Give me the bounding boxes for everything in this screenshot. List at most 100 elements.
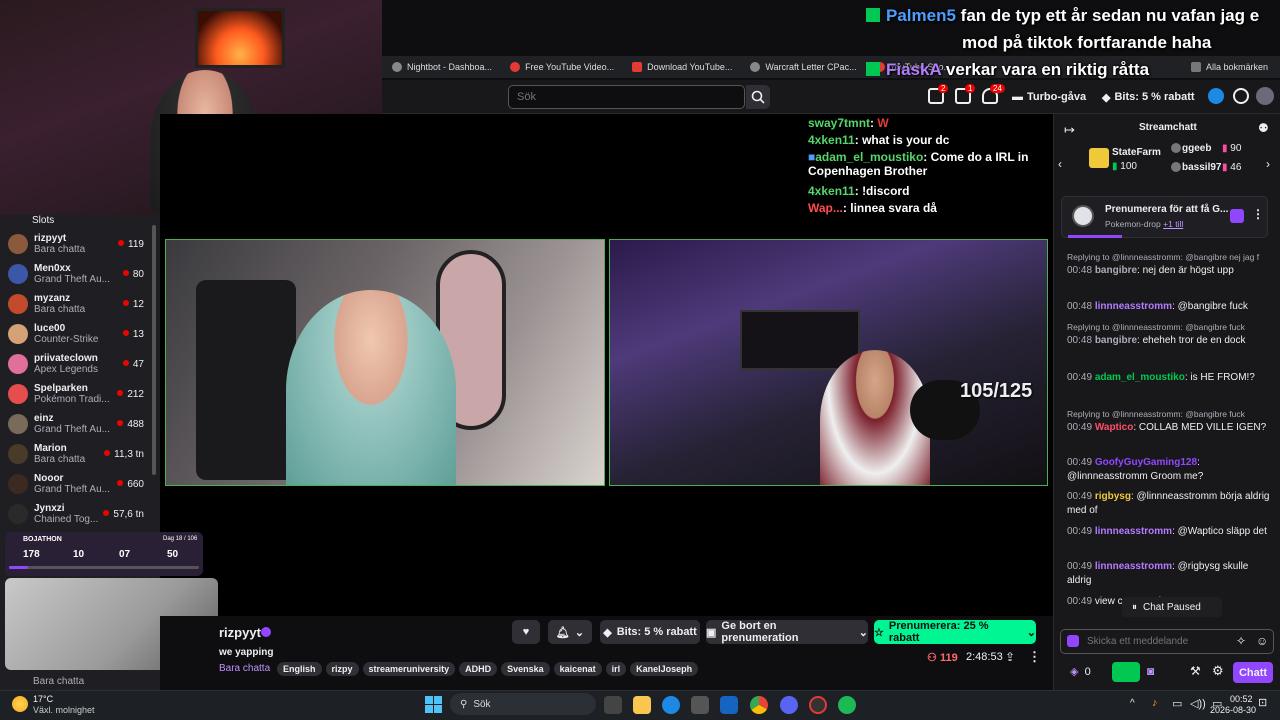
channel-name: Jynxzi — [34, 503, 65, 514]
chat-message[interactable]: 00:48 bangibre: nej den är högst upp — [1067, 264, 1271, 278]
network-icon[interactable]: ▭ — [1172, 697, 1182, 710]
chat-message[interactable]: 00:49 GoofyGuyGaming128: @linnneasstromm… — [1067, 456, 1271, 484]
chat-message[interactable]: 00:48 bangibre: eheheh tror de en dock — [1067, 334, 1271, 348]
all-bookmarks[interactable]: Alla bokmärken — [1190, 62, 1268, 72]
leaderboard-value: ▮ 100 — [1112, 161, 1137, 172]
stream-tag[interactable]: streameruniversity — [362, 662, 456, 676]
collapse-chat-icon[interactable]: ↦ — [1064, 122, 1075, 138]
chat-message[interactable]: 00:49 rigbysg: @linnneasstromm börja ald… — [1067, 490, 1271, 518]
sidebar-channel-item[interactable]: priivateclown Apex Legends 47 — [0, 349, 160, 379]
sidebar-channel-item[interactable]: Marion Bara chatta 11,3 tn — [0, 439, 160, 469]
follow-heart-button[interactable]: ♥ — [512, 620, 540, 644]
stream-category-link[interactable]: Bara chatta — [219, 663, 270, 674]
chat-username[interactable]: bangibre — [1095, 265, 1137, 276]
chat-message[interactable]: 00:49 adam_el_moustiko: is HE FROM!? — [1067, 371, 1271, 385]
channel-name: Nooor — [34, 473, 64, 484]
hype-icon[interactable]: ⚒ — [1190, 664, 1201, 678]
microphone-icon[interactable]: ♪ — [1152, 697, 1158, 709]
more-options-icon[interactable]: ⋮ — [1028, 649, 1041, 665]
mail-icon[interactable] — [720, 696, 738, 714]
chat-username[interactable]: linnneasstromm — [1095, 561, 1172, 572]
sidebar-channel-item[interactable]: Nooor Grand Theft Au... 660 — [0, 469, 160, 499]
bookmark-item[interactable]: Download YouTube... — [632, 62, 732, 72]
gift-sub-button[interactable]: ▣ Ge bort en prenumeration ⌄ — [706, 620, 868, 644]
stream-tag[interactable]: irl — [605, 662, 627, 676]
stream-tag[interactable]: Svenska — [501, 662, 550, 676]
subscribe-button[interactable]: ☆ Prenumerera: 25 % rabatt ⌄ — [874, 620, 1036, 644]
chat-message[interactable]: 00:49 Waptico: COLLAB MED VILLE IGEN? — [1067, 421, 1271, 435]
chat-message[interactable]: 00:49 linnneasstromm: @rigbysg skulle al… — [1067, 560, 1271, 588]
stream-tag[interactable]: English — [277, 662, 322, 676]
chat-username[interactable]: Waptico — [1095, 422, 1134, 433]
chat-paused-indicator[interactable]: ⏸︎ Chat Paused — [1122, 597, 1222, 617]
users-icon[interactable]: ⚉ — [1258, 121, 1269, 135]
sidebar-channel-item[interactable]: rizpyyt Bara chatta 119 — [0, 229, 160, 259]
bits-discount-button[interactable]: ◆ Bits: 5 % rabatt — [600, 620, 700, 644]
search-button[interactable] — [746, 85, 770, 109]
spotify-icon[interactable] — [838, 696, 856, 714]
search-input[interactable] — [508, 85, 745, 109]
channel-name[interactable]: rizpyyt — [219, 625, 261, 640]
extension-icon[interactable] — [1208, 88, 1224, 104]
chat-username[interactable]: GoofyGuyGaming128 — [1095, 457, 1197, 468]
channel-points[interactable]: ◈ 0 — [1070, 665, 1091, 678]
file-explorer-icon[interactable] — [633, 696, 651, 714]
user-avatar[interactable] — [1256, 87, 1274, 105]
discord-icon[interactable] — [780, 696, 798, 714]
sparkle-icon[interactable]: ✧ — [1236, 634, 1246, 648]
bot-icon[interactable]: ◙ — [1147, 664, 1154, 678]
viewer-count: 13 — [123, 329, 144, 340]
obs-icon[interactable] — [809, 696, 827, 714]
chevron-left-icon[interactable]: ‹ — [1058, 157, 1062, 171]
edge-icon[interactable] — [662, 696, 680, 714]
clock-date[interactable]: 2026-08-30 — [1210, 705, 1256, 715]
windows-start-icon[interactable] — [425, 696, 442, 713]
clock-time[interactable]: 00:52 — [1230, 694, 1253, 704]
notification-center-icon[interactable]: ⊡ — [1258, 696, 1267, 709]
store-icon[interactable] — [691, 696, 709, 714]
chat-send-button[interactable]: Chatt — [1233, 662, 1273, 683]
turbo-gift-button[interactable]: ▬ Turbo-gåva — [1012, 86, 1086, 108]
help-icon[interactable] — [1233, 88, 1249, 104]
bits-button[interactable]: ◆ Bits: 5 % rabatt — [1102, 86, 1195, 108]
sub-promo-card[interactable]: Prenumerera för att få G... Pokemon-drop… — [1061, 196, 1268, 238]
sidebar-channel-item[interactable]: myzanz Bara chatta 12 — [0, 289, 160, 319]
gift-icon — [1089, 148, 1109, 168]
chat-username[interactable]: linnneasstromm — [1095, 526, 1172, 537]
chat-username[interactable]: rigbysg — [1095, 491, 1131, 502]
chat-username[interactable]: linnneasstromm — [1095, 301, 1172, 312]
bookmark-item[interactable]: Nightbot - Dashboa... — [392, 62, 492, 72]
chat-message[interactable]: 00:49 linnneasstromm: @Waptico släpp det — [1067, 525, 1271, 539]
viewer-count: 488 — [117, 419, 144, 430]
chat-username[interactable]: bangibre — [1095, 335, 1137, 346]
bookmark-item[interactable]: Free YouTube Video... — [510, 62, 614, 72]
notification-button[interactable]: 🔔︎ ⌄ — [548, 620, 592, 644]
weather-icon[interactable] — [12, 696, 28, 712]
taskbar-search[interactable]: ⚲ Sök — [450, 693, 596, 715]
sidebar-channel-item[interactable]: einz Grand Theft Au... 488 — [0, 409, 160, 439]
chevron-up-icon[interactable]: ^ — [1130, 698, 1135, 709]
sidebar-channel-item[interactable]: Men0xx Grand Theft Au... 80 — [0, 259, 160, 289]
sidebar-channel-item[interactable]: Spelparken Pokémon Tradi... 212 — [0, 379, 160, 409]
sidebar-scrollbar[interactable] — [152, 225, 156, 475]
bookmark-item[interactable]: Warcraft Letter CPac... — [750, 62, 857, 72]
chat-username[interactable]: adam_el_moustiko — [1095, 372, 1185, 383]
emote-badge-icon[interactable] — [1067, 635, 1079, 647]
chrome-icon[interactable] — [750, 696, 768, 714]
prediction-icon[interactable] — [1112, 662, 1140, 682]
stream-tag[interactable]: kaicenat — [553, 662, 602, 676]
more-options-icon[interactable]: ⋮ — [1252, 207, 1264, 221]
chat-message[interactable]: 00:48 linnneasstromm: @bangibre fuck — [1067, 300, 1271, 314]
sidebar-channel-item[interactable]: luce00 Counter-Strike 13 — [0, 319, 160, 349]
share-icon[interactable]: ⇪ — [1005, 650, 1015, 664]
emoji-icon[interactable]: ☺ — [1256, 634, 1268, 648]
task-view-icon[interactable] — [604, 696, 622, 714]
stream-tag[interactable]: rizpy — [325, 662, 359, 676]
stream-tag[interactable]: ADHD — [459, 662, 498, 676]
stream-tag[interactable]: KanelJoseph — [630, 662, 699, 676]
volume-icon[interactable]: ◁)) — [1190, 697, 1206, 710]
chevron-right-icon[interactable]: › — [1266, 157, 1270, 171]
gear-icon[interactable]: ⚙ — [1212, 663, 1224, 679]
sidebar-channel-item[interactable]: Jynxzi Chained Tog... 57,6 tn — [0, 499, 160, 529]
channel-name: Marion — [34, 443, 67, 454]
